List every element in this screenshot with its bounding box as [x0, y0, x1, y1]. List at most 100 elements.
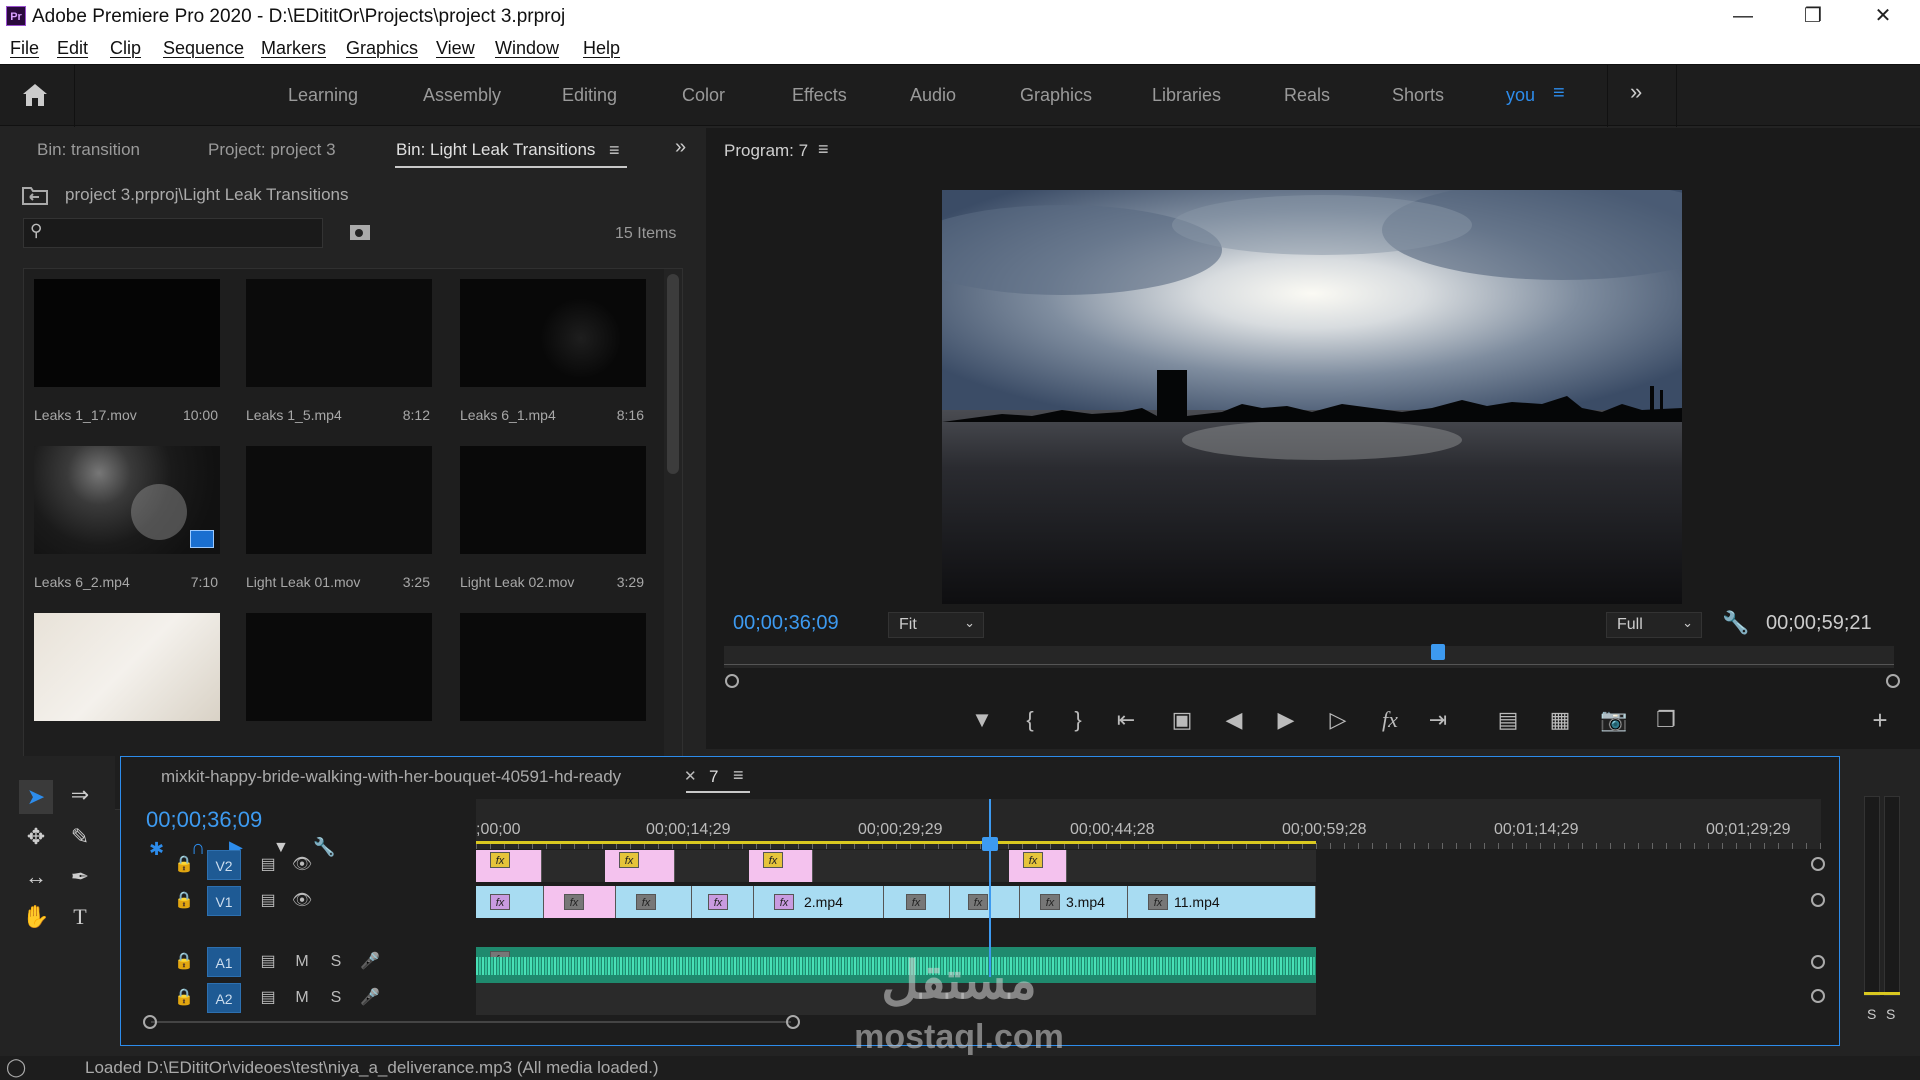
- bin-item[interactable]: Leaks 1_5.mp4 8:12: [246, 279, 436, 423]
- video-clip[interactable]: fx: [544, 886, 616, 918]
- menu-graphics[interactable]: Graphics: [346, 38, 418, 59]
- program-scrub-bar[interactable]: [724, 644, 1894, 672]
- minimize-button[interactable]: —: [1710, 0, 1776, 34]
- bin-item[interactable]: Leaks 6_2.mp4 7:10: [34, 446, 224, 590]
- clip-thumbnail[interactable]: [460, 446, 646, 554]
- adjustment-clip[interactable]: fx: [476, 850, 542, 882]
- track-target-a2[interactable]: A2: [207, 983, 241, 1013]
- workspace-tab-shorts[interactable]: Shorts: [1392, 85, 1444, 106]
- panel-overflow-icon[interactable]: »: [675, 136, 686, 159]
- bin-item[interactable]: Leaks 6_1.mp4 8:16: [460, 279, 650, 423]
- safe-margins-icon[interactable]: ▣: [1164, 702, 1200, 738]
- go-to-out-icon[interactable]: ⇥: [1420, 702, 1456, 738]
- workspace-tab-reals[interactable]: Reals: [1284, 85, 1330, 106]
- timeline-playhead[interactable]: [982, 837, 998, 851]
- fx-icon[interactable]: fx: [1372, 702, 1408, 738]
- track-height-handle[interactable]: [1811, 955, 1825, 969]
- track-v2[interactable]: [476, 850, 1316, 882]
- sync-lock-icon[interactable]: ▤: [255, 949, 281, 975]
- bin-item[interactable]: Light Leak 02.mov 3:29: [460, 446, 650, 590]
- workspace-tab-graphics[interactable]: Graphics: [1020, 85, 1092, 106]
- video-clip[interactable]: fx: [476, 886, 544, 918]
- add-button-icon[interactable]: +: [1862, 702, 1898, 738]
- lock-icon[interactable]: 🔒: [171, 985, 197, 1011]
- sequence-tab-inactive[interactable]: mixkit-happy-bride-walking-with-her-bouq…: [161, 767, 621, 787]
- workspace-tab-audio[interactable]: Audio: [910, 85, 956, 106]
- tab-bin-light-leak[interactable]: Bin: Light Leak Transitions: [396, 140, 595, 160]
- menu-clip[interactable]: Clip: [110, 38, 141, 59]
- pen-tool-icon[interactable]: ✒: [63, 860, 97, 894]
- adjustment-clip[interactable]: fx: [749, 850, 813, 882]
- video-clip[interactable]: fx: [692, 886, 754, 918]
- scrub-start-handle[interactable]: [725, 674, 739, 688]
- bin-item[interactable]: Light Leak 01.mov 3:25: [246, 446, 436, 590]
- track-target-v2[interactable]: V2: [207, 850, 241, 880]
- eye-icon[interactable]: 👁: [289, 888, 315, 914]
- slip-tool-icon[interactable]: ↔: [19, 860, 53, 894]
- add-marker-icon[interactable]: ▼: [964, 702, 1000, 738]
- video-clip[interactable]: fx: [884, 886, 950, 918]
- program-timecode-current[interactable]: 00;00;36;09: [733, 612, 839, 635]
- workspace-menu-icon[interactable]: ≡: [1553, 82, 1565, 105]
- menu-edit[interactable]: Edit: [57, 38, 88, 59]
- workspace-tab-you[interactable]: you: [1506, 85, 1535, 106]
- workspace-overflow-icon[interactable]: »: [1630, 79, 1642, 105]
- sequence-tab-active[interactable]: 7: [709, 767, 718, 787]
- export-frame-icon[interactable]: 📷: [1596, 702, 1632, 738]
- lock-icon[interactable]: 🔒: [171, 949, 197, 975]
- solo-toggle[interactable]: S: [323, 949, 349, 975]
- zoom-fit-select[interactable]: Fit ⌄: [888, 612, 984, 638]
- lock-icon[interactable]: 🔒: [171, 852, 197, 878]
- mute-toggle[interactable]: M: [289, 949, 315, 975]
- solo-left-button[interactable]: S: [1867, 1006, 1876, 1022]
- adjustment-clip[interactable]: fx: [605, 850, 675, 882]
- sync-lock-icon[interactable]: ▤: [255, 852, 281, 878]
- clip-thumbnail[interactable]: [34, 446, 220, 554]
- resolution-select[interactable]: Full ⌄: [1606, 612, 1702, 638]
- program-menu-icon[interactable]: ≡: [818, 139, 829, 160]
- sequence-menu-icon[interactable]: ≡: [733, 765, 744, 786]
- scroll-start-handle[interactable]: [143, 1015, 157, 1029]
- bin-item[interactable]: Leaks 1_17.mov 10:00: [34, 279, 224, 423]
- step-back-icon[interactable]: ◀: [1216, 702, 1252, 738]
- program-playhead[interactable]: [1430, 644, 1445, 660]
- mark-out-icon[interactable]: }: [1060, 702, 1096, 738]
- microphone-icon[interactable]: 🎤: [357, 985, 383, 1011]
- mute-toggle[interactable]: M: [289, 985, 315, 1011]
- menu-file[interactable]: File: [10, 38, 39, 59]
- timeline-timecode[interactable]: 00;00;36;09: [146, 807, 262, 833]
- mark-in-icon[interactable]: {: [1012, 702, 1048, 738]
- video-clip[interactable]: fx 11.mp4: [1128, 886, 1316, 918]
- menu-sequence[interactable]: Sequence: [163, 38, 244, 59]
- lock-icon[interactable]: 🔒: [171, 888, 197, 914]
- go-to-in-icon[interactable]: ⇤: [1108, 702, 1144, 738]
- hand-tool-icon[interactable]: ✋: [19, 900, 53, 934]
- clip-thumbnail[interactable]: [34, 279, 220, 387]
- workspace-tab-editing[interactable]: Editing: [562, 85, 617, 106]
- video-frame[interactable]: [942, 190, 1682, 604]
- bin-scrollbar[interactable]: [667, 274, 679, 474]
- scrub-end-handle[interactable]: [1886, 674, 1900, 688]
- solo-toggle[interactable]: S: [323, 985, 349, 1011]
- video-clip[interactable]: fx 2.mp4: [754, 886, 884, 918]
- wrench-icon[interactable]: 🔧: [1722, 610, 1749, 636]
- video-clip[interactable]: fx 3.mp4: [1020, 886, 1128, 918]
- close-button[interactable]: ✕: [1850, 0, 1916, 34]
- find-icon[interactable]: [348, 222, 372, 242]
- eye-icon[interactable]: 👁: [289, 852, 315, 878]
- razor-tool-icon[interactable]: ✎: [63, 820, 97, 854]
- track-target-v1[interactable]: V1: [207, 886, 241, 916]
- scroll-end-handle[interactable]: [786, 1015, 800, 1029]
- clip-thumbnail[interactable]: [34, 613, 220, 721]
- solo-right-button[interactable]: S: [1886, 1006, 1895, 1022]
- clip-thumbnail[interactable]: [460, 279, 646, 387]
- track-height-handle[interactable]: [1811, 989, 1825, 1003]
- microphone-icon[interactable]: 🎤: [357, 949, 383, 975]
- workspace-tab-effects[interactable]: Effects: [792, 85, 847, 106]
- home-icon[interactable]: [20, 81, 56, 113]
- type-tool-icon[interactable]: T: [63, 900, 97, 934]
- panel-menu-icon[interactable]: ≡: [609, 140, 620, 161]
- clip-thumbnail[interactable]: [460, 613, 646, 721]
- menu-help[interactable]: Help: [583, 38, 620, 59]
- extract-icon[interactable]: ▦: [1542, 702, 1578, 738]
